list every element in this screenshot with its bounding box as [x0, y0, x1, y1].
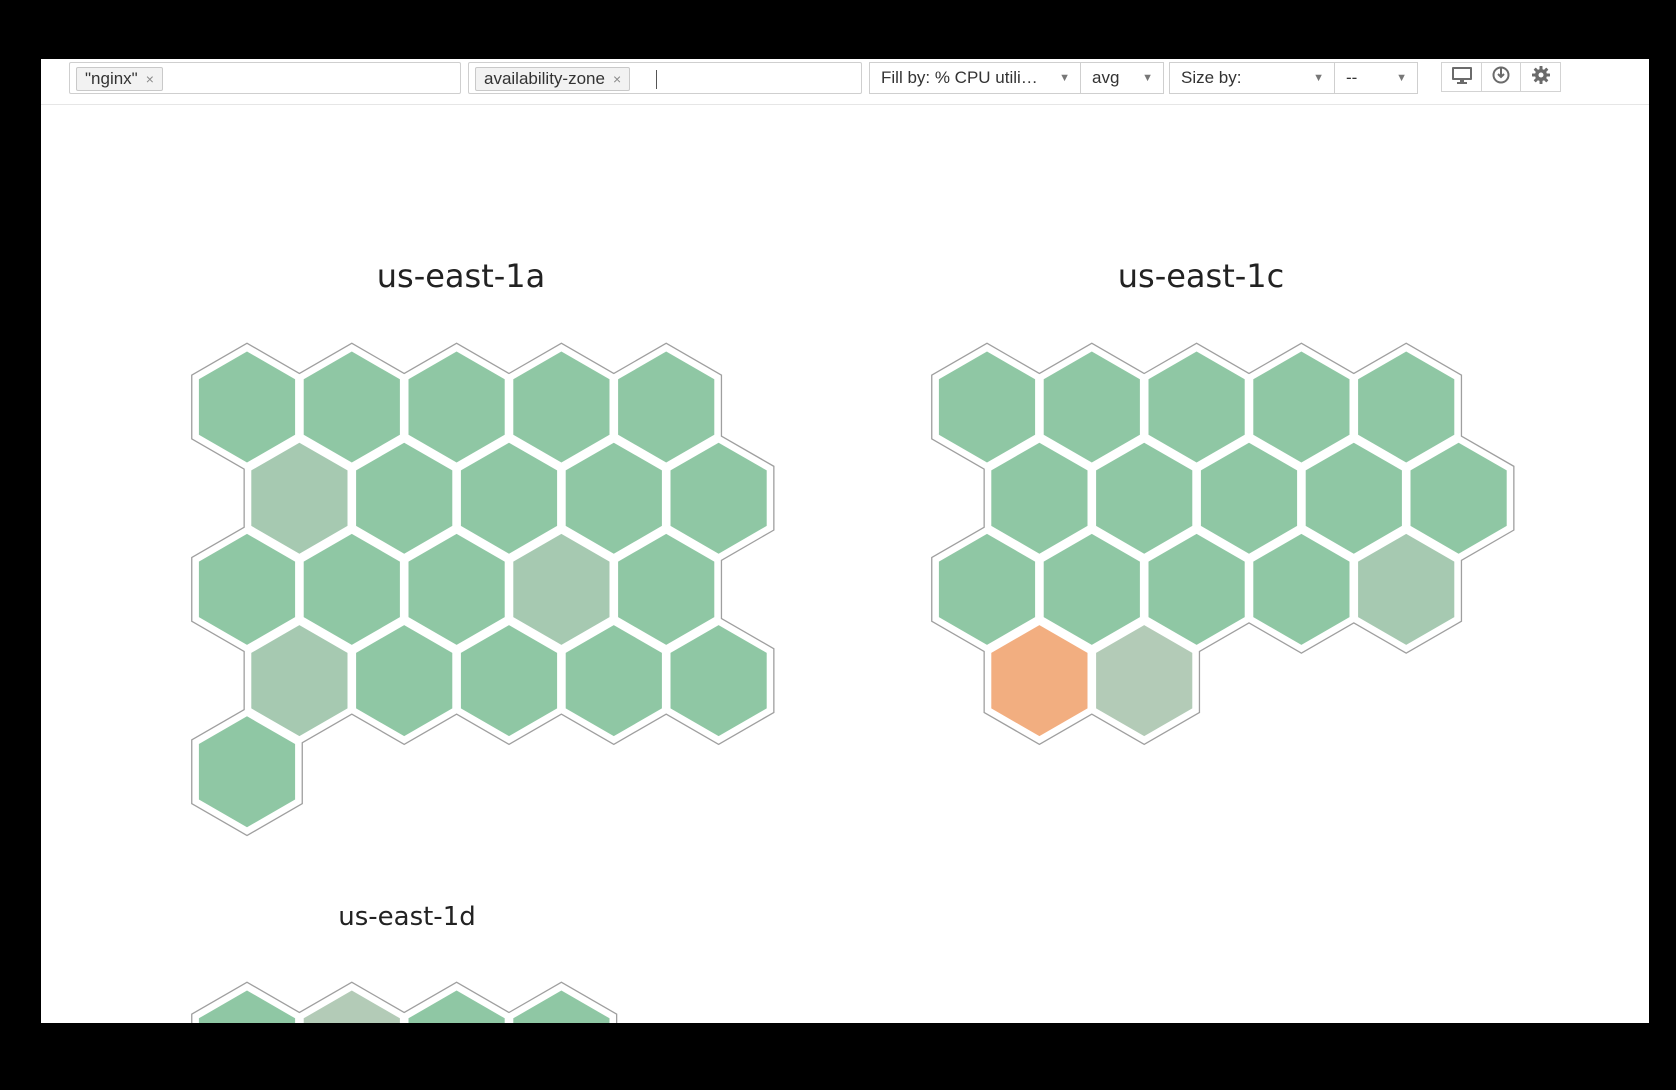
- zone-group: us-east-1d: [191, 902, 618, 1023]
- size-aggregation-label: --: [1346, 68, 1358, 87]
- host-map-panel: us-east-1a us-east-1c us-east-1d "nginx" × …: [41, 59, 1649, 1023]
- filter-tag-chip[interactable]: "nginx" ×: [76, 67, 163, 91]
- filter-by-input[interactable]: "nginx" ×: [69, 62, 461, 94]
- gear-icon: [1531, 65, 1551, 90]
- remove-tag-icon[interactable]: ×: [613, 71, 621, 87]
- chevron-down-icon: ▼: [1059, 72, 1070, 84]
- filter-tag-label: "nginx": [85, 69, 138, 88]
- monitor-icon: [1451, 65, 1473, 90]
- group-tag-chip[interactable]: availability-zone ×: [475, 67, 631, 91]
- fill-by-select[interactable]: Fill by: % CPU utili… ▼: [869, 62, 1081, 94]
- zone-group: us-east-1c: [931, 257, 1515, 746]
- zone-title: us-east-1d: [338, 902, 476, 932]
- host-map-toolbar: "nginx" × availability-zone × Fill by: % C…: [41, 59, 1649, 105]
- fill-aggregation-label: avg: [1092, 68, 1120, 87]
- size-by-select[interactable]: Size by: ▼: [1169, 62, 1335, 94]
- chevron-down-icon: ▼: [1142, 72, 1153, 84]
- tv-mode-button[interactable]: [1441, 62, 1482, 92]
- export-button[interactable]: [1481, 62, 1521, 92]
- chevron-down-icon: ▼: [1313, 72, 1324, 84]
- fill-by-label: Fill by: % CPU utili…: [881, 68, 1038, 87]
- power-icon: [1491, 65, 1511, 90]
- zone-title: us-east-1c: [1118, 257, 1285, 295]
- text-cursor: [656, 70, 657, 89]
- size-aggregation-select[interactable]: -- ▼: [1334, 62, 1418, 94]
- fill-aggregation-select[interactable]: avg ▼: [1080, 62, 1164, 94]
- chevron-down-icon: ▼: [1396, 72, 1407, 84]
- group-tag-label: availability-zone: [484, 69, 605, 88]
- zone-title: us-east-1a: [377, 257, 546, 295]
- group-by-input[interactable]: availability-zone ×: [468, 62, 862, 94]
- settings-button[interactable]: [1520, 62, 1561, 92]
- zone-group: us-east-1a: [191, 257, 775, 837]
- remove-tag-icon[interactable]: ×: [146, 71, 154, 87]
- size-by-label: Size by:: [1181, 68, 1242, 87]
- host-map: us-east-1a us-east-1c us-east-1d: [191, 257, 1515, 1023]
